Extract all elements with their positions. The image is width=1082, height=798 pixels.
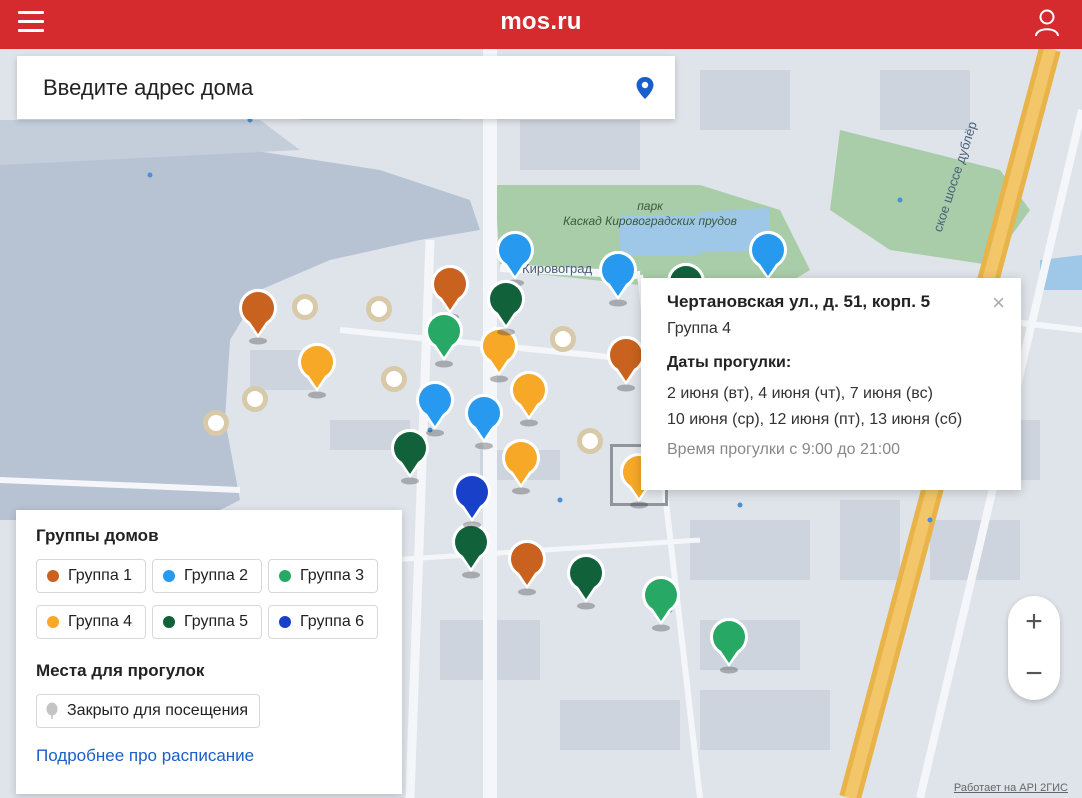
tree-icon — [46, 702, 58, 719]
location-pin-icon[interactable] — [635, 76, 655, 100]
popup-dates-line: 10 июня (ср), 12 июня (пт), 13 июня (сб) — [667, 411, 963, 428]
zoom-control: + − — [1008, 596, 1060, 700]
house-marker-group-3[interactable] — [422, 309, 466, 371]
popup-dates-title: Даты прогулки: — [667, 354, 792, 371]
group-5-dot — [163, 616, 175, 628]
legend-chip-group-1[interactable]: Группа 1 — [36, 559, 146, 593]
legend-chip-group-5[interactable]: Группа 5 — [152, 605, 262, 639]
address-search — [17, 56, 675, 119]
group-4-dot — [47, 616, 59, 628]
house-marker-group-3[interactable] — [639, 573, 683, 635]
building-info-popup: × Чертановская ул., д. 51, корп. 5 Групп… — [641, 278, 1021, 490]
walk-place-closed[interactable] — [242, 386, 268, 412]
group-6-dot — [279, 616, 291, 628]
house-marker-group-1[interactable] — [236, 286, 280, 348]
user-icon[interactable] — [1034, 9, 1060, 37]
schedule-details-link[interactable]: Подробнее про расписание — [36, 746, 382, 766]
walk-place-closed[interactable] — [366, 296, 392, 322]
house-marker-group-5[interactable] — [388, 426, 432, 488]
house-marker-group-4[interactable] — [507, 368, 551, 430]
group-1-dot — [47, 570, 59, 582]
walk-place-closed[interactable] — [577, 428, 603, 454]
popup-address: Чертановская ул., д. 51, корп. 5 — [667, 292, 931, 311]
walk-place-closed[interactable] — [381, 366, 407, 392]
house-marker-group-4[interactable] — [499, 436, 543, 498]
walk-place-closed[interactable] — [550, 326, 576, 352]
site-logo[interactable]: mos.ru — [0, 8, 1082, 36]
house-marker-group-2[interactable] — [596, 248, 640, 310]
legend-groups-title: Группы домов — [36, 526, 159, 545]
house-marker-group-5[interactable] — [564, 551, 608, 613]
legend-group-chips: Группа 1 Группа 2 Группа 3 Группа 4 Груп… — [36, 559, 382, 639]
legend-chip-group-3[interactable]: Группа 3 — [268, 559, 378, 593]
zoom-in-button[interactable]: + — [1008, 596, 1060, 648]
house-marker-group-4[interactable] — [295, 340, 339, 402]
house-marker-group-1[interactable] — [505, 537, 549, 599]
legend-chip-group-2[interactable]: Группа 2 — [152, 559, 262, 593]
close-icon[interactable]: × — [992, 290, 1005, 316]
legend-places-title: Места для прогулок — [36, 661, 205, 680]
group-2-dot — [163, 570, 175, 582]
legend-chip-closed[interactable]: Закрыто для посещения — [36, 694, 261, 728]
popup-dates: 2 июня (вт), 4 июня (чт), 7 июня (вс) 10… — [667, 381, 995, 433]
legend-panel: Группы домов Группа 1 Группа 2 Группа 3 … — [16, 510, 402, 794]
zoom-out-button[interactable]: − — [1008, 648, 1060, 700]
popup-group: Группа 4 — [667, 320, 732, 337]
legend-chip-group-4[interactable]: Группа 4 — [36, 605, 146, 639]
address-search-input[interactable] — [43, 70, 603, 106]
map-attribution[interactable]: Работает на API 2ГИС — [954, 782, 1068, 794]
group-3-dot — [279, 570, 291, 582]
walk-place-closed[interactable] — [292, 294, 318, 320]
popup-dates-line: 2 июня (вт), 4 июня (чт), 7 июня (вс) — [667, 385, 933, 402]
popup-walk-time: Время прогулки с 9:00 до 21:00 — [667, 441, 900, 458]
walk-place-closed[interactable] — [203, 410, 229, 436]
house-marker-group-6[interactable] — [450, 470, 494, 532]
legend-chip-group-6[interactable]: Группа 6 — [268, 605, 378, 639]
house-marker-group-3[interactable] — [707, 615, 751, 677]
house-marker-group-5[interactable] — [484, 277, 528, 339]
park-label: парк Каскад Кировоградских прудов — [563, 199, 737, 228]
header-bar: mos.ru — [0, 0, 1082, 49]
